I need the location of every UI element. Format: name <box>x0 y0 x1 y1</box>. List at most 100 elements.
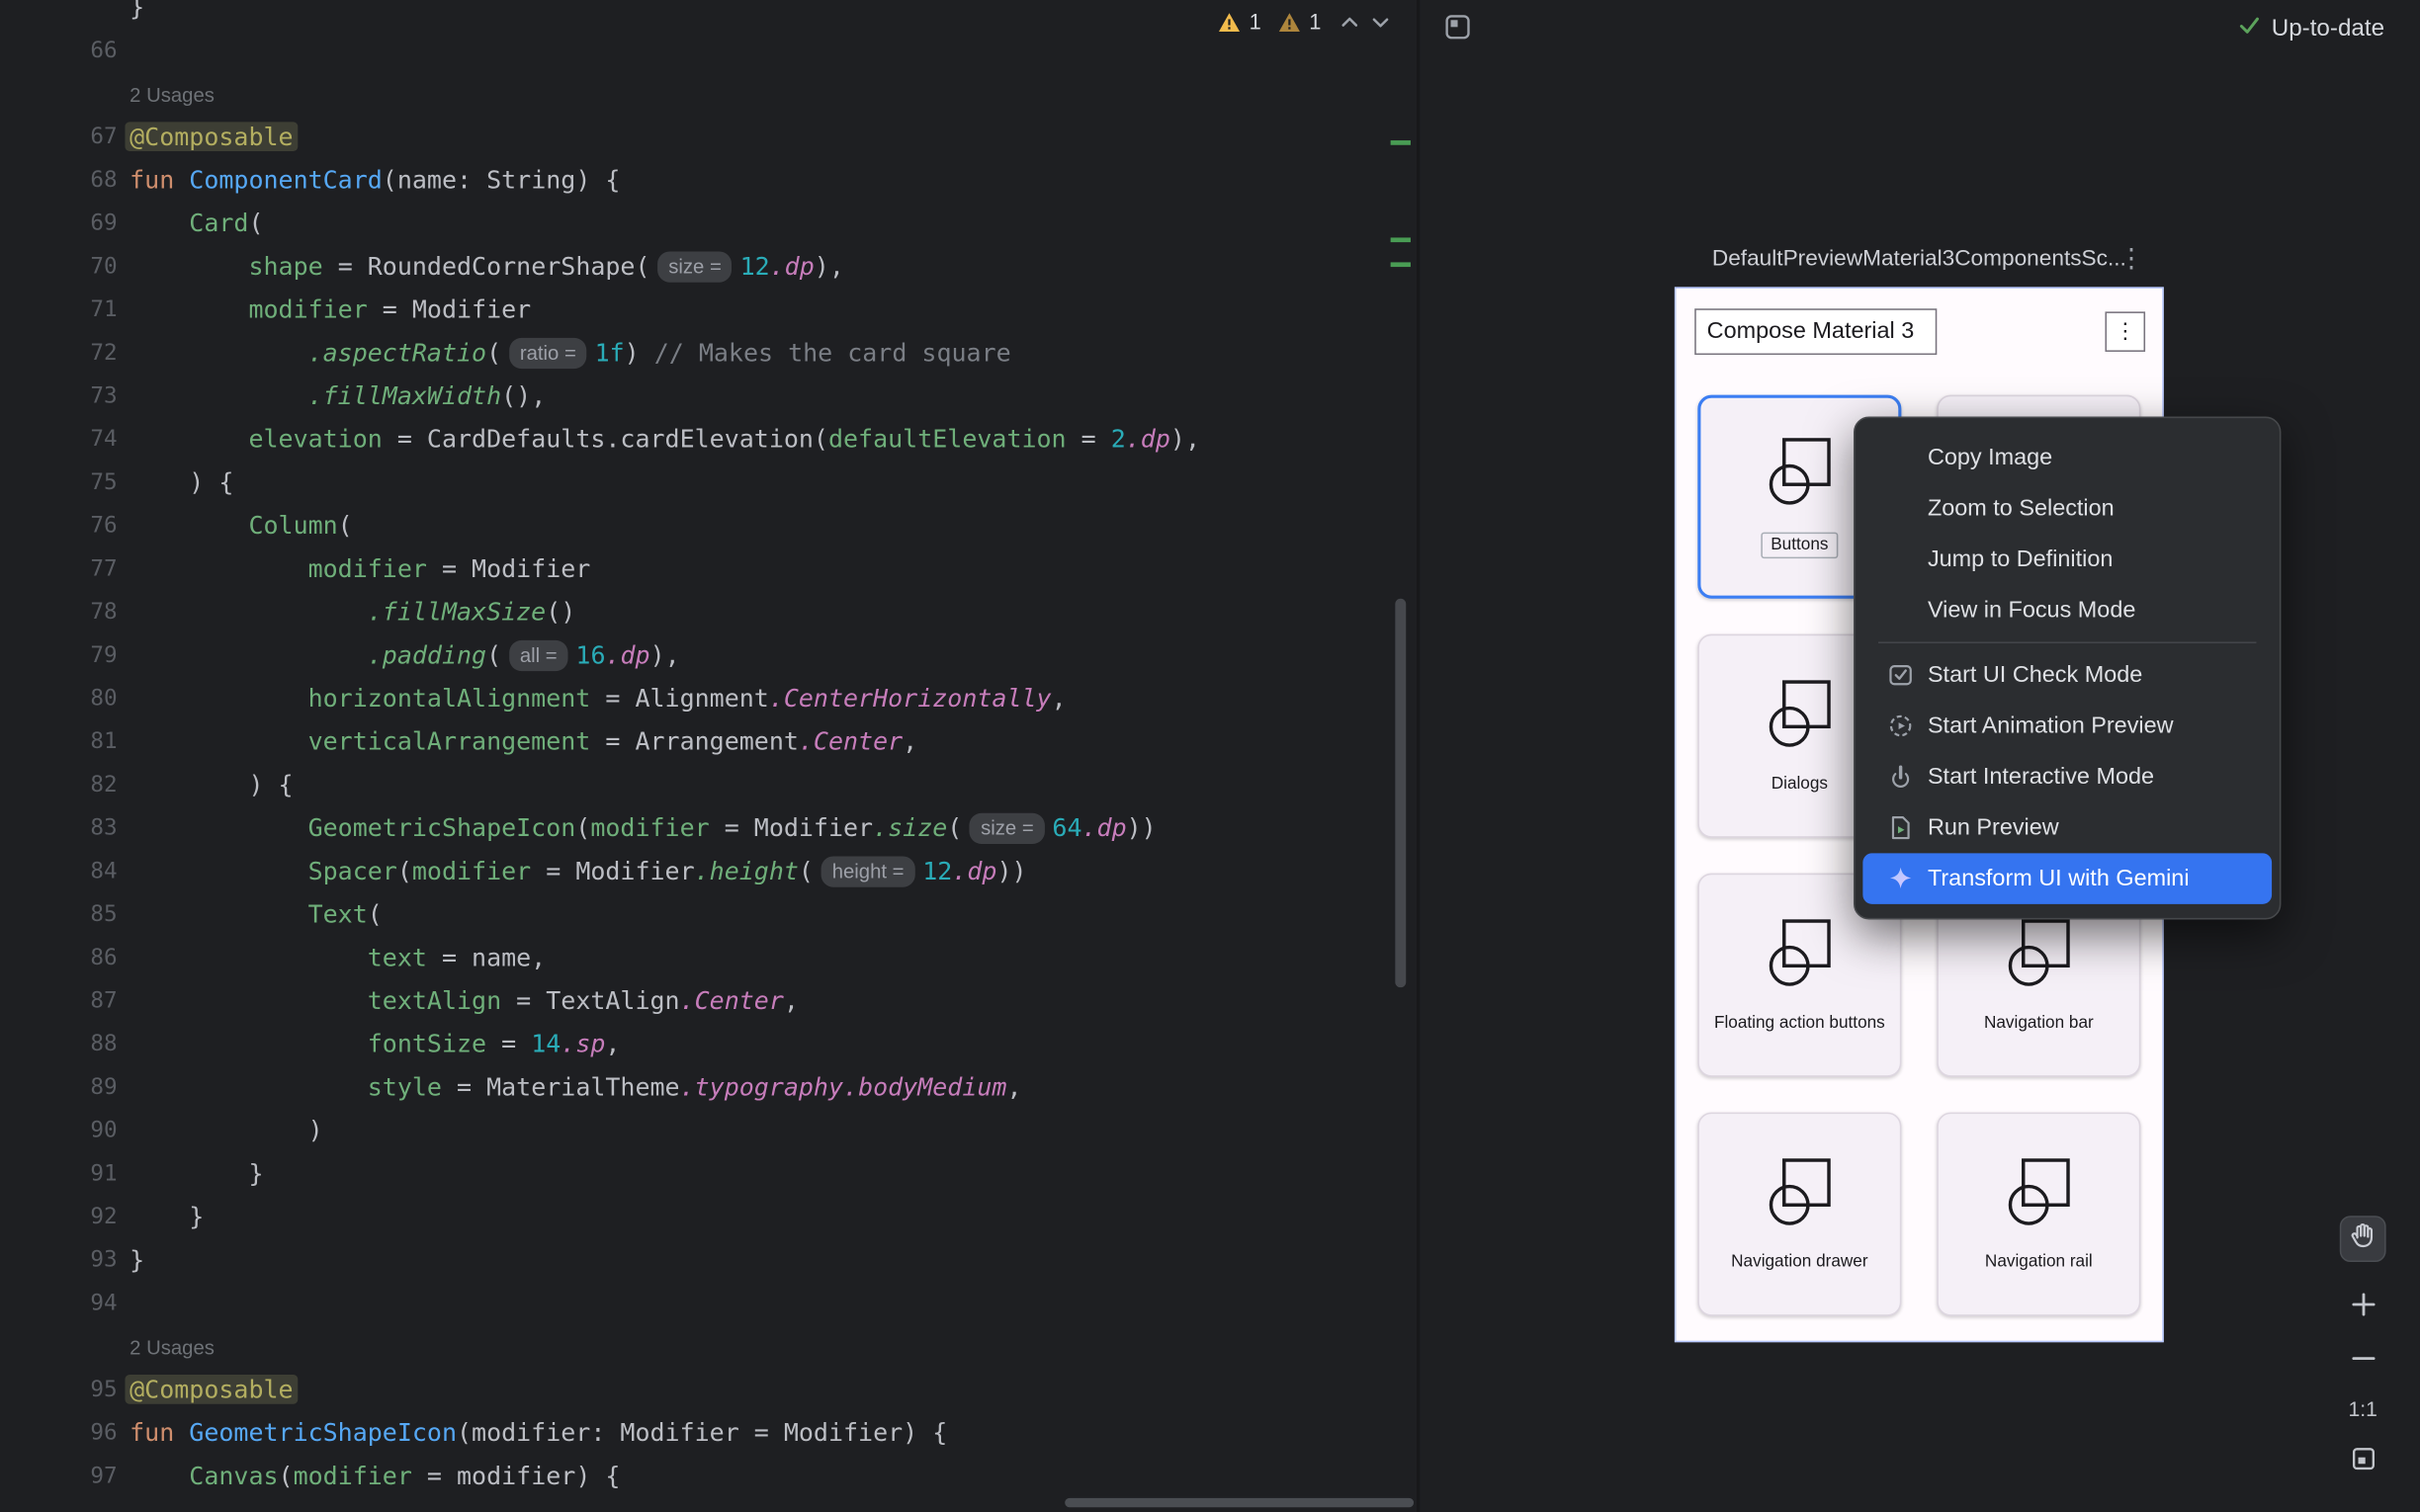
code-line[interactable]: } <box>0 0 1395 30</box>
code-line[interactable]: 93} <box>0 1239 1395 1283</box>
code-line[interactable]: 69 Card( <box>0 203 1395 246</box>
menu-item-run-preview[interactable]: Run Preview <box>1862 802 2272 854</box>
code-line[interactable]: 70 shape = RoundedCornerShape(size =12.d… <box>0 245 1395 289</box>
code-line[interactable]: 68fun ComponentCard(name: String) { <box>0 159 1395 203</box>
code-line[interactable]: 80 horizontalAlignment = Alignment.Cente… <box>0 677 1395 720</box>
code-line[interactable]: 95@Composable <box>0 1369 1395 1412</box>
prev-issue-chevron-up-icon[interactable] <box>1339 10 1361 33</box>
code-line[interactable]: 87 textAlign = TextAlign.Center, <box>0 979 1395 1023</box>
code-text: @Composable <box>118 1369 294 1412</box>
component-card-navigation-drawer[interactable]: Navigation drawer <box>1697 1113 1901 1316</box>
code-line[interactable]: 77 modifier = Modifier <box>0 547 1395 591</box>
code-line[interactable]: 66 <box>0 30 1395 73</box>
code-line[interactable]: 92 } <box>0 1196 1395 1239</box>
preview-name: DefaultPreviewMaterial3ComponentsSc... <box>1675 247 2164 272</box>
code-text: text = name, <box>118 937 547 980</box>
context-menu: Copy ImageZoom to Selection Jump to Defin… <box>1854 417 2281 920</box>
code-line[interactable]: 88 fontSize = 14.sp, <box>0 1023 1395 1066</box>
hand-pan-icon <box>2348 1219 2378 1258</box>
zoom-in-button[interactable] <box>2340 1290 2386 1317</box>
line-number: 71 <box>0 289 118 332</box>
code-text: GeometricShapeIcon(modifier = Modifier.s… <box>118 807 1157 851</box>
code-text <box>118 30 130 73</box>
ui-check-mode-icon <box>1887 662 1914 689</box>
code-text: fun GeometricShapeIcon(modifier: Modifie… <box>118 1411 948 1455</box>
weak-warning-icon <box>1278 10 1301 33</box>
empty-icon <box>1887 495 1914 522</box>
code-line[interactable]: 90 ) <box>0 1110 1395 1153</box>
code-line[interactable]: 67@Composable <box>0 116 1395 159</box>
component-card-navigation-rail[interactable]: Navigation rail <box>1937 1113 2140 1316</box>
code-line[interactable]: 73 .fillMaxWidth(), <box>0 375 1395 418</box>
code-line[interactable]: 71 modifier = Modifier <box>0 289 1395 332</box>
code-line[interactable]: 97 Canvas(modifier = modifier) { <box>0 1455 1395 1498</box>
horizontal-scrollbar[interactable] <box>1065 1498 1414 1507</box>
geometric-shape-icon <box>2003 917 2074 996</box>
line-number: 74 <box>0 418 118 462</box>
zoom-to-fit-button[interactable] <box>2340 1444 2386 1471</box>
menu-item-start-ui-check-mode[interactable]: Start UI Check Mode <box>1862 649 2272 701</box>
code-line[interactable]: 74 elevation = CardDefaults.cardElevatio… <box>0 418 1395 462</box>
card-label: Navigation drawer <box>1726 1253 1872 1273</box>
sync-status: Up-to-date <box>2237 14 2384 44</box>
line-number: 96 <box>0 1411 118 1455</box>
menu-item-view-in-focus-mode[interactable]: View in Focus Mode <box>1862 585 2272 636</box>
zoom-out-button[interactable] <box>2340 1344 2386 1372</box>
code-line[interactable]: 83 GeometricShapeIcon(modifier = Modifie… <box>0 807 1395 851</box>
menu-item-copy-image[interactable]: Copy Image <box>1862 432 2272 483</box>
menu-item-start-interactive-mode[interactable]: Start Interactive Mode <box>1862 751 2272 802</box>
code-line[interactable]: 91 } <box>0 1152 1395 1196</box>
code-line[interactable]: 94 <box>0 1282 1395 1325</box>
app-kebab-menu-icon[interactable]: ⋮ <box>2105 311 2145 352</box>
code-text: modifier = Modifier <box>118 289 532 332</box>
line-number: 92 <box>0 1196 118 1239</box>
vertical-scrollbar[interactable] <box>1395 599 1406 987</box>
code-text: ) { <box>118 462 234 505</box>
inspections-widget[interactable]: 1 1 <box>1218 6 1392 37</box>
preview-layout-icon[interactable] <box>1443 12 1473 48</box>
menu-item-label: Transform UI with Gemini <box>1928 866 2190 892</box>
preview-overflow-icon[interactable]: ⋮ <box>2118 244 2145 275</box>
empty-icon <box>1887 597 1914 624</box>
code-line[interactable]: 2 Usages <box>0 1325 1395 1369</box>
pan-button[interactable] <box>2340 1216 2386 1262</box>
code-line[interactable]: 76 Column( <box>0 505 1395 548</box>
menu-item-jump-to-definition[interactable]: Jump to Definition <box>1862 534 2272 585</box>
code-line[interactable]: 79 .padding(all =16.dp), <box>0 634 1395 678</box>
geometric-shape-icon <box>1764 1156 1835 1235</box>
usages-inlay-hint[interactable]: 2 Usages <box>118 1325 215 1369</box>
code-line[interactable]: 78 .fillMaxSize() <box>0 591 1395 634</box>
menu-item-zoom-to-selection[interactable]: Zoom to Selection <box>1862 483 2272 535</box>
geometric-shape-icon <box>1764 436 1835 515</box>
code-text: .fillMaxSize() <box>118 591 576 634</box>
code-line[interactable]: 75 ) { <box>0 462 1395 505</box>
code-text: @Composable <box>118 116 294 159</box>
code-line[interactable]: 84 Spacer(modifier = Modifier.height(hei… <box>0 850 1395 893</box>
code-text: } <box>118 1196 205 1239</box>
line-number: 97 <box>0 1455 118 1498</box>
code-text: } <box>118 1239 145 1283</box>
code-line[interactable]: 96fun GeometricShapeIcon(modifier: Modif… <box>0 1411 1395 1455</box>
code-text: Spacer(modifier = Modifier.height(height… <box>118 850 1027 893</box>
code-line[interactable]: 89 style = MaterialTheme.typography.body… <box>0 1066 1395 1110</box>
code-line[interactable]: 86 text = name, <box>0 937 1395 980</box>
code-text: ) <box>118 1110 323 1153</box>
menu-item-transform-ui-with-gemini[interactable]: Transform UI with Gemini <box>1862 853 2272 904</box>
code-line[interactable]: 2 Usages <box>0 72 1395 116</box>
zoom-actual-size-button[interactable]: 1:1 <box>2340 1394 2386 1422</box>
card-label: Navigation bar <box>1979 1014 2098 1034</box>
line-number: 77 <box>0 547 118 591</box>
line-number: 94 <box>0 1282 118 1325</box>
menu-item-label: Jump to Definition <box>1928 546 2113 573</box>
vcs-change-marker <box>1391 262 1411 267</box>
line-number: 95 <box>0 1369 118 1412</box>
animation-preview-icon <box>1887 713 1914 739</box>
next-issue-chevron-down-icon[interactable] <box>1369 10 1392 33</box>
code-line[interactable]: 81 verticalArrangement = Arrangement.Cen… <box>0 720 1395 764</box>
menu-item-start-animation-preview[interactable]: Start Animation Preview <box>1862 701 2272 752</box>
usages-inlay-hint[interactable]: 2 Usages <box>118 72 215 116</box>
code-editor[interactable]: }662 Usages67@Composable68fun ComponentC… <box>0 0 1417 1512</box>
code-line[interactable]: 72 .aspectRatio(ratio =1f) // Makes the … <box>0 332 1395 376</box>
code-line[interactable]: 85 Text( <box>0 893 1395 937</box>
code-line[interactable]: 82 ) { <box>0 764 1395 807</box>
